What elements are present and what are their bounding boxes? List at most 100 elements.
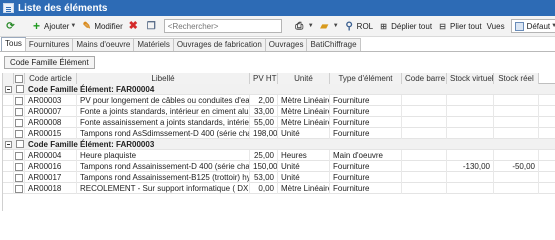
cell-stock-reel [494,106,539,117]
edit-button[interactable]: ✎ Modifier [79,18,124,35]
cell-stock-virtuel [447,106,494,117]
cell-type: Fourniture [330,128,402,139]
refresh-button[interactable]: ⟳ [3,18,20,35]
cell-code: AR00018 [25,183,77,194]
row-checkbox-cell [14,117,25,128]
cell-stock-reel [494,128,539,139]
row-checkbox[interactable] [15,151,23,160]
cell-pv: 0,00 [250,183,278,194]
toolbar: ⟳ + Ajouter ▼ ✎ Modifier ✖ ❐ ⎙ ▼ ▰ ▼ ⚲ R… [0,16,555,37]
row-checkbox-cell [14,150,25,161]
collapse-icon: ⊟ [439,21,446,31]
table-row[interactable]: AR00008 Fonte assainissement a joints sta… [3,117,555,128]
table-row[interactable]: AR00016 Tampons rond Assainissement-D 400… [3,161,555,172]
row-indent [3,106,14,117]
cell-code-barre [402,183,447,194]
row-checkbox[interactable] [15,184,23,193]
tab-batichiffrage[interactable]: BatiChiffrage [306,38,361,51]
row-checkbox[interactable] [15,118,23,127]
header-stock-reel[interactable]: Stock réel [494,73,539,84]
cell-stock-reel: -50,00 [494,161,539,172]
row-checkbox[interactable] [15,162,23,171]
collapse-icon[interactable] [5,141,12,148]
group-by-chip[interactable]: Code Famille Élément [4,55,95,69]
header-unite[interactable]: Unité [278,73,330,84]
cell-type: Main d'oeuvre [330,150,402,161]
cell-code: AR00003 [25,95,77,106]
delete-icon: ✖ [128,19,138,32]
row-checkbox-cell [14,106,25,117]
cell-code: AR00015 [25,128,77,139]
header-code[interactable]: Code article [25,73,77,84]
table-row[interactable]: AR00003 PV pour longement de câbles ou co… [3,95,555,106]
edit-label: Modifier [94,21,123,31]
group-row[interactable]: Code Famille Élément: FAR00004 [3,84,555,95]
table-header: Code article Libellé PV HT Unité Type d'… [3,73,555,84]
view-select[interactable]: Défaut ▼ [510,19,555,33]
row-checkbox-cell [14,161,25,172]
collapse-all-button[interactable]: ⊟ Plier tout [435,18,484,35]
tab-ouvrages[interactable]: Ouvrages [264,38,308,51]
chevron-down-icon: ▼ [70,23,77,29]
header-stock-virtuel[interactable]: Stock virtuel [447,73,494,84]
cell-libelle: Tampons rond Assainissement-B125 (trotto… [77,172,250,183]
row-checkbox[interactable] [15,173,23,182]
group-checkbox[interactable] [16,85,24,93]
row-checkbox[interactable] [15,107,23,116]
row-checkbox[interactable] [15,129,23,138]
cell-unite: Heures [278,150,330,161]
cell-stock-reel [494,172,539,183]
table-row[interactable]: AR00017 Tampons rond Assainissement-B125 … [3,172,555,183]
header-libelle[interactable]: Libellé [77,73,250,84]
cell-unite: Unité [278,161,330,172]
tab-ouvrages-fabrication[interactable]: Ouvrages de fabrication [172,38,266,51]
cell-code: AR00007 [25,106,77,117]
table-row[interactable]: AR00004 Heure plaquiste 25,00 Heures Main d'… [3,150,555,161]
tab-tous[interactable]: Tous [1,37,26,51]
tab-materiels[interactable]: Matériels [133,38,174,51]
copy-button[interactable]: ❐ [144,18,161,35]
chevron-down-icon: ▼ [307,23,314,29]
cell-libelle: PV pour longement de câbles ou conduites… [77,95,250,106]
cell-stock-virtuel [447,117,494,128]
cell-type: Fourniture [330,95,402,106]
cell-type: Fourniture [330,106,402,117]
group-by-panel: Code Famille Élément [0,52,555,72]
views-button[interactable]: Vues [485,18,507,35]
header-code-barre[interactable]: Code barre [402,73,447,84]
select-all-checkbox[interactable] [15,74,23,83]
table-row[interactable]: AR00018 RECOLEMENT - Sur support informat… [3,183,555,194]
tab-mains-oeuvre[interactable]: Mains d'oeuvre [72,38,135,51]
row-indent [3,117,14,128]
export-button[interactable]: ▰ ▼ [317,18,341,35]
group-checkbox[interactable] [16,140,24,148]
rol-button[interactable]: ⚲ ROL [342,18,375,35]
row-indent [3,128,14,139]
printer-icon: ⎙ [295,20,304,32]
group-by-chip-label: Code Famille Élément [10,57,89,67]
header-type[interactable]: Type d'élément [330,73,402,84]
group-row[interactable]: Code Famille Élément: FAR00003 [3,139,555,150]
table-row[interactable]: AR00015 Tampons rond AsSdimssement-D 400 … [3,128,555,139]
cell-libelle: Fonte a joints standards, intérieur en c… [77,106,250,117]
cell-type: Fourniture [330,183,402,194]
cell-code-barre [402,150,447,161]
table-row[interactable]: AR00007 Fonte a joints standards, intérie… [3,106,555,117]
tab-bar: Tous Fournitures Mains d'oeuvre Matériel… [0,37,555,52]
expand-all-button[interactable]: ⊞ Déplier tout [376,18,434,35]
cell-unite: Mètre Linéaire [278,95,330,106]
table-body: Code Famille Élément: FAR00004 AR00003 PV … [3,84,555,194]
collapse-icon[interactable] [5,86,12,93]
folder-icon: ▰ [320,20,329,32]
copy-icon: ❐ [146,20,156,32]
row-checkbox[interactable] [15,96,23,105]
print-button[interactable]: ⎙ ▼ [292,18,316,35]
tab-fournitures[interactable]: Fournitures [24,38,74,51]
add-button[interactable]: + Ajouter ▼ [29,18,78,35]
header-checkbox-cell [14,73,25,84]
header-pv[interactable]: PV HT [250,73,278,84]
cell-code-barre [402,95,447,106]
delete-button[interactable]: ✖ [126,18,143,35]
search-input[interactable] [163,19,282,33]
cell-libelle: RECOLEMENT - Sur support informatique ( … [77,183,250,194]
